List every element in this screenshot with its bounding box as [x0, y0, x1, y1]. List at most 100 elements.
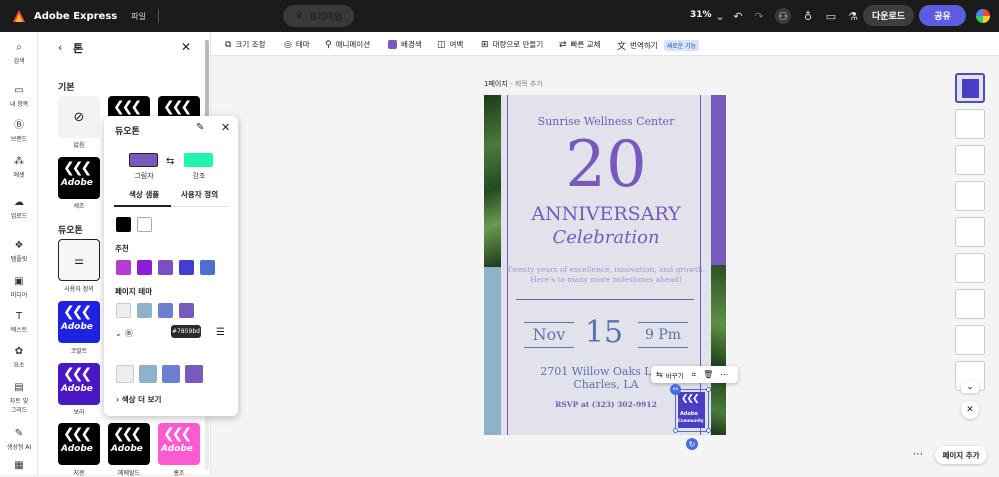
replace-icon[interactable]: ⇆ [656, 370, 663, 379]
event-day[interactable]: 15 [579, 315, 629, 350]
tool-bulk-create[interactable]: ⊞ 대량으로 만들기 [481, 39, 543, 50]
invite-icon[interactable]: ⚇ [775, 8, 791, 24]
resize-handle-bl[interactable] [673, 428, 678, 433]
premium-button[interactable]: ♛ 프리미엄 [283, 5, 355, 27]
tone-custom-tile[interactable]: ⚌ [58, 239, 100, 281]
close-icon[interactable]: ✕ [221, 121, 230, 134]
page-thumb-5[interactable] [955, 217, 985, 247]
redo-icon[interactable]: ↷ [751, 8, 767, 24]
resize-handle-br[interactable] [706, 428, 711, 433]
swatch-rec-2[interactable] [137, 260, 152, 275]
rail-upload[interactable]: ☁ 업로드 [0, 197, 38, 220]
tool-background-color[interactable]: 배경색 [388, 39, 422, 50]
trash-icon[interactable]: 🗑 [703, 370, 713, 379]
rail-brand[interactable]: Ⓑ 브랜드 [0, 120, 38, 143]
rail-templates[interactable]: ❖ 템플릿 [0, 240, 38, 263]
swatch-white[interactable] [137, 217, 152, 232]
rail-more[interactable]: ▦ [0, 460, 38, 474]
rail-elements[interactable]: ✿ 요소 [0, 346, 38, 369]
page-thumb-3[interactable] [955, 145, 985, 175]
rotate-icon[interactable]: ↻ [686, 438, 698, 450]
blue-panel-left[interactable] [484, 267, 501, 435]
design-page[interactable]: Sunrise Wellness Center 20 ANNIVERSARY C… [484, 95, 726, 435]
page-thumb-4[interactable] [955, 181, 985, 211]
selected-logo-element[interactable]: ❮❮❮ Adobe Community ⚯ [670, 384, 711, 433]
swatch-rec-4[interactable] [179, 260, 194, 275]
zoom-chevron-icon[interactable]: ⌄ [712, 8, 728, 24]
highlight-color-swatch[interactable] [184, 153, 213, 167]
add-page-button[interactable]: 페이지 추가 [935, 446, 987, 464]
anniversary-title[interactable]: ANNIVERSARY [501, 203, 711, 225]
rail-media[interactable]: ▣ 미디어 [0, 276, 38, 299]
rail-text[interactable]: T 텍스트 [0, 311, 38, 334]
back-chevron-icon[interactable]: ‹ [58, 41, 62, 54]
tagline-line-1[interactable]: Twenty years of excellence, innovation, … [501, 265, 711, 274]
more-colors-toggle[interactable]: › 색상 더 보기 [116, 394, 161, 405]
swatch-brand-3[interactable] [162, 365, 180, 383]
swap-icon[interactable]: ⇆ [166, 156, 174, 167]
purple-panel-right[interactable] [711, 95, 726, 265]
list-menu-icon[interactable]: ☰ [216, 327, 225, 338]
tab-color-samples[interactable]: 색상 샘플 [129, 189, 159, 200]
tool-margin[interactable]: ◫ 여백 [437, 39, 463, 50]
org-name[interactable]: Sunrise Wellness Center [501, 115, 711, 128]
tone-violet-tile[interactable]: ❮❮❮ Adobe [58, 363, 100, 405]
rail-search[interactable]: ⌕ 검색 [0, 42, 38, 65]
swatch-rec-5[interactable] [200, 260, 215, 275]
event-month[interactable]: Nov [524, 325, 574, 344]
swatch-rec-1[interactable] [116, 260, 131, 275]
crop-icon[interactable]: ⌗ [692, 370, 697, 380]
tool-translate[interactable]: 文 번역하기 새로운 기능 [617, 39, 700, 52]
page-thumb-1[interactable] [955, 73, 985, 103]
more-options-icon[interactable]: ⋯ [720, 370, 728, 379]
swatch-black[interactable] [116, 217, 131, 232]
leaf-image-right[interactable] [711, 265, 726, 435]
resize-handle-tr[interactable] [706, 387, 711, 392]
download-button[interactable]: 다운로드 [863, 5, 914, 26]
scroll-down-button[interactable]: ⌄ [961, 381, 979, 393]
tagline-line-2[interactable]: Here's to many more milestones ahead! [501, 275, 711, 284]
chevron-down-icon[interactable]: ⌄ [115, 329, 122, 338]
eyedropper-icon[interactable]: ✎ [196, 122, 204, 133]
swatch-theme-1[interactable] [116, 303, 131, 318]
rail-assets[interactable]: ⁂ 에셋 [0, 156, 38, 179]
share-button[interactable]: 공유 [919, 5, 966, 26]
tool-animation[interactable]: ⚲ 애니메이션 [325, 39, 370, 50]
tool-resize[interactable]: ⧉ 크기 조정 [225, 39, 265, 50]
rail-charts-grids[interactable]: ▤ 차트 및 그리드 [0, 382, 38, 414]
rail-my-stuff[interactable]: ▭ 내 항목 [0, 85, 38, 108]
undo-icon[interactable]: ↶ [730, 8, 746, 24]
tone-bottom2-tile[interactable]: ❮❮❮ Adobe [108, 423, 150, 465]
zoom-level[interactable]: 31% [690, 10, 712, 20]
event-time[interactable]: 9 Pm [638, 327, 688, 343]
page-thumb-2[interactable] [955, 109, 985, 139]
tone-bottom3-tile[interactable]: ❮❮❮ Adobe [158, 423, 200, 465]
celebration-script[interactable]: Celebration [501, 227, 711, 248]
swatch-rec-3[interactable] [158, 260, 173, 275]
more-options-icon[interactable]: ⋯ [913, 449, 923, 460]
tone-sepia-tile[interactable]: ❮❮❮ Adobe [58, 157, 100, 199]
close-icon[interactable]: ✕ [181, 40, 191, 54]
rail-generative-ai[interactable]: ✎ 생성형 AI [0, 428, 38, 451]
file-menu[interactable]: 파일 [131, 11, 146, 22]
close-pages-button[interactable]: ✕ [961, 401, 979, 419]
leaf-image-left[interactable] [484, 95, 501, 267]
tool-quick-swap[interactable]: ⇄ 빠른 교체 [559, 39, 601, 50]
tab-custom[interactable]: 사용자 정의 [181, 189, 218, 200]
link-icon[interactable]: ⚯ [670, 384, 681, 395]
avatar[interactable] [976, 9, 990, 23]
replace-button[interactable]: 바꾸기 [666, 370, 684, 380]
page-label[interactable]: 1페이지 - 제목 추가 [484, 79, 543, 89]
lightbulb-icon[interactable]: ♁ [800, 8, 816, 24]
page-thumb-7[interactable] [955, 289, 985, 319]
beaker-icon[interactable]: ⚗ [845, 8, 861, 24]
swatch-brand-4[interactable] [185, 365, 203, 383]
anniversary-number[interactable]: 20 [501, 129, 711, 201]
page-thumb-6[interactable] [955, 253, 985, 283]
swatch-theme-3[interactable] [158, 303, 173, 318]
tone-none-tile[interactable]: ⊘ [58, 96, 100, 138]
swatch-brand-2[interactable] [139, 365, 157, 383]
tone-bottom1-tile[interactable]: ❮❮❮ Adobe [58, 423, 100, 465]
tool-theme[interactable]: ◎ 테마 [284, 39, 310, 50]
adobe-express-logo[interactable] [12, 9, 26, 23]
